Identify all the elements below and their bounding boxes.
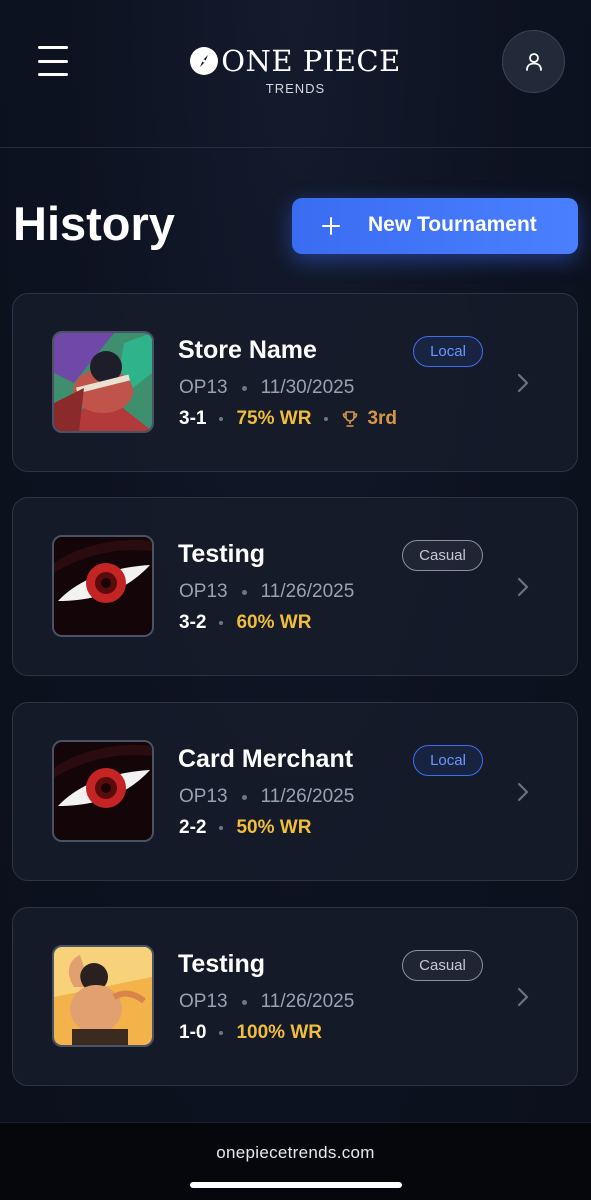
type-badge: Local bbox=[413, 745, 483, 776]
leader-card-thumbnail bbox=[52, 331, 154, 433]
tournament-meta: OP13 11/26/2025 bbox=[179, 991, 354, 1013]
app-header: ONE PIECE TRENDS bbox=[0, 0, 591, 148]
placement: 3rd bbox=[341, 408, 397, 430]
tournament-stats: 3-2 60% WR bbox=[179, 612, 311, 634]
plus-icon bbox=[320, 212, 342, 240]
record: 3-2 bbox=[179, 612, 207, 633]
trophy-icon bbox=[343, 411, 358, 427]
brand-name: ONE PIECE bbox=[221, 44, 401, 78]
separator-dot bbox=[241, 999, 247, 1005]
new-tournament-label: New Tournament bbox=[368, 213, 537, 236]
separator-dot bbox=[324, 417, 329, 421]
browser-footer: onepiecetrends.com bbox=[0, 1122, 591, 1200]
leader-card-thumbnail bbox=[52, 740, 154, 842]
tournament-date: 11/26/2025 bbox=[260, 991, 355, 1012]
tournament-meta: OP13 11/26/2025 bbox=[179, 786, 354, 808]
tournament-stats: 2-2 50% WR bbox=[179, 817, 311, 839]
separator-dot bbox=[219, 826, 224, 830]
chevron-right-icon bbox=[517, 577, 529, 597]
set-code: OP13 bbox=[179, 377, 228, 398]
tournament-name: Testing bbox=[178, 950, 266, 978]
new-tournament-button[interactable]: New Tournament bbox=[292, 198, 578, 254]
set-code: OP13 bbox=[179, 786, 228, 807]
separator-dot bbox=[241, 385, 247, 391]
leader-card-thumbnail bbox=[52, 945, 154, 1047]
brand-subtitle: TRENDS bbox=[265, 81, 326, 96]
profile-button[interactable] bbox=[502, 30, 565, 93]
win-rate: 50% WR bbox=[236, 817, 312, 838]
tournament-meta: OP13 11/26/2025 bbox=[179, 581, 354, 603]
tournament-card[interactable]: Store Name Local OP13 11/30/2025 3-1 75%… bbox=[12, 293, 578, 472]
chevron-right-icon bbox=[517, 782, 529, 802]
placement-text: 3rd bbox=[367, 408, 398, 429]
chevron-right-icon bbox=[517, 987, 529, 1007]
win-rate: 60% WR bbox=[236, 612, 312, 633]
set-code: OP13 bbox=[179, 991, 228, 1012]
separator-dot bbox=[241, 794, 247, 800]
tournament-meta: OP13 11/30/2025 bbox=[179, 377, 354, 399]
tournament-name: Store Name bbox=[178, 336, 317, 364]
record: 1-0 bbox=[179, 1022, 207, 1043]
chevron-right-icon bbox=[517, 373, 529, 393]
separator-dot bbox=[219, 621, 224, 625]
record: 3-1 bbox=[179, 408, 207, 429]
tournament-card[interactable]: Testing Casual OP13 11/26/2025 1-0 100% … bbox=[12, 907, 578, 1086]
separator-dot bbox=[219, 1031, 224, 1035]
tournament-date: 11/26/2025 bbox=[260, 581, 355, 602]
tournament-name: Testing bbox=[178, 540, 266, 568]
tournament-date: 11/30/2025 bbox=[260, 377, 355, 398]
compass-logo-icon bbox=[190, 47, 219, 75]
tournament-card[interactable]: Card Merchant Local OP13 11/26/2025 2-2 … bbox=[12, 702, 578, 881]
type-badge: Local bbox=[413, 336, 483, 367]
page: ONE PIECE TRENDS History New Tournament bbox=[0, 0, 591, 1200]
set-code: OP13 bbox=[179, 581, 228, 602]
tournament-stats: 3-1 75% WR 3rd bbox=[179, 408, 397, 430]
user-icon bbox=[525, 52, 542, 71]
separator-dot bbox=[219, 417, 224, 421]
tournament-date: 11/26/2025 bbox=[260, 786, 355, 807]
page-title: History bbox=[13, 197, 175, 250]
leader-card-thumbnail bbox=[52, 535, 154, 637]
type-badge: Casual bbox=[402, 540, 483, 571]
separator-dot bbox=[241, 589, 247, 595]
type-badge: Casual bbox=[402, 950, 483, 981]
win-rate: 75% WR bbox=[236, 408, 312, 429]
site-url[interactable]: onepiecetrends.com bbox=[0, 1143, 591, 1163]
tournament-card[interactable]: Testing Casual OP13 11/26/2025 3-2 60% W… bbox=[12, 497, 578, 676]
tournament-stats: 1-0 100% WR bbox=[179, 1022, 322, 1044]
win-rate: 100% WR bbox=[236, 1022, 322, 1043]
tournament-name: Card Merchant bbox=[178, 745, 354, 773]
home-indicator[interactable] bbox=[190, 1182, 402, 1188]
record: 2-2 bbox=[179, 817, 207, 838]
